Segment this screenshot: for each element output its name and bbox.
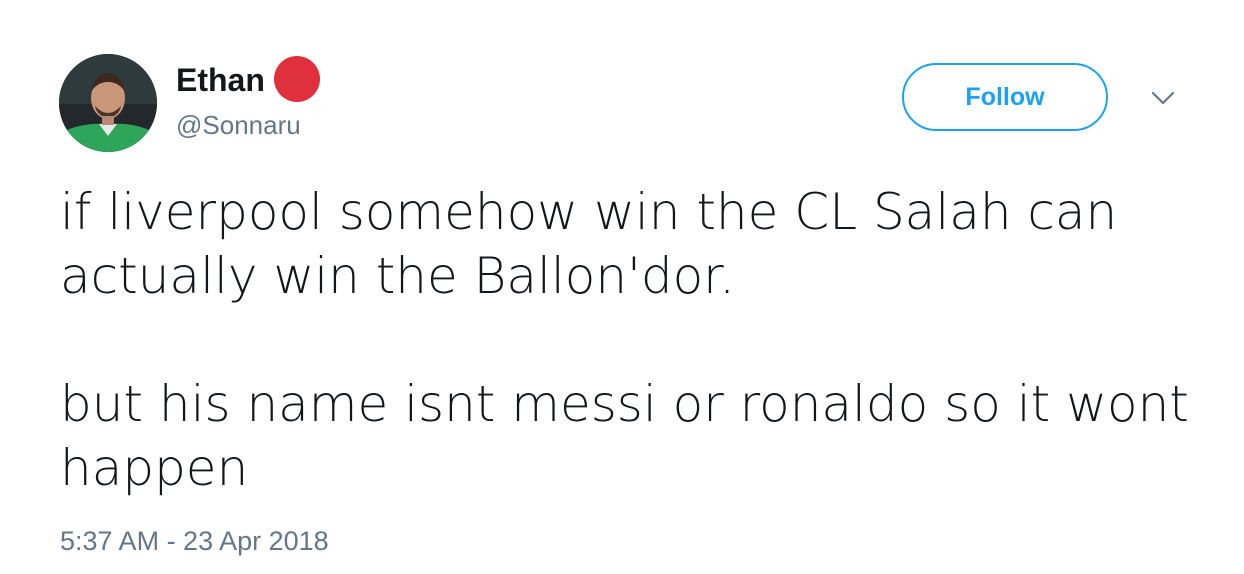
- display-name[interactable]: Ethan: [176, 62, 265, 99]
- tweet-text: if liverpool somehow win the CL Salah ca…: [60, 180, 1200, 500]
- tweet-paragraph: if liverpool somehow win the CL Salah ca…: [60, 183, 1118, 305]
- avatar[interactable]: [59, 54, 157, 152]
- status-badge-icon: [274, 56, 320, 102]
- chevron-down-icon[interactable]: [1150, 88, 1176, 108]
- tweet-paragraph: but his name isnt messi or ronaldo so it…: [60, 375, 1189, 497]
- tweet-card: Ethan @Sonnaru Follow if liverpool someh…: [0, 0, 1244, 574]
- avatar-image: [59, 54, 157, 152]
- follow-button[interactable]: Follow: [902, 63, 1108, 131]
- tweet-timestamp[interactable]: 5:37 AM - 23 Apr 2018: [60, 526, 329, 557]
- user-handle[interactable]: @Sonnaru: [176, 110, 301, 141]
